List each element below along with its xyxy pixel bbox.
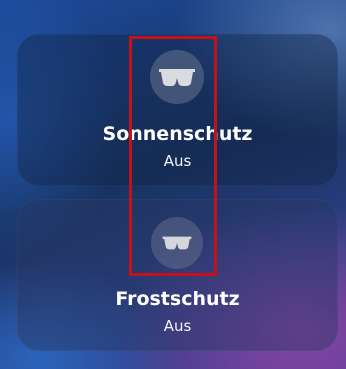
frostschutz-icon-button[interactable] (151, 217, 203, 269)
tile-title: Frostschutz (115, 288, 240, 310)
tile-status: Aus (163, 317, 192, 335)
sunglasses-icon (162, 236, 192, 250)
sunglasses-icon (159, 69, 195, 86)
tile-frostschutz[interactable]: Frostschutz Aus (17, 199, 338, 351)
tile-status: Aus (163, 152, 192, 170)
tile-title: Sonnenschutz (102, 123, 253, 145)
sonnenschutz-icon-button[interactable] (150, 50, 204, 104)
tile-sonnenschutz[interactable]: Sonnenschutz Aus (17, 34, 338, 186)
